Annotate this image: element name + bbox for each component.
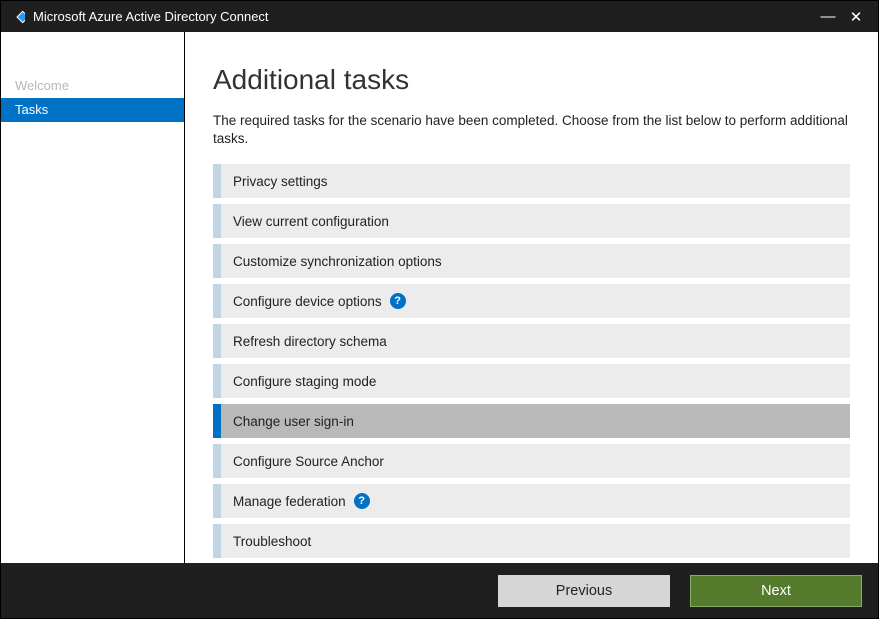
window-title: Microsoft Azure Active Directory Connect — [33, 9, 814, 24]
task-label: Manage federation — [233, 494, 346, 509]
task-accent-bar — [213, 164, 221, 198]
page-description: The required tasks for the scenario have… — [213, 112, 850, 148]
task-accent-bar — [213, 524, 221, 558]
task-accent-bar — [213, 444, 221, 478]
task-list: Privacy settings View current configurat… — [213, 164, 850, 558]
task-change-user-sign-in[interactable]: Change user sign-in — [213, 404, 850, 438]
task-accent-bar — [213, 364, 221, 398]
task-privacy-settings[interactable]: Privacy settings — [213, 164, 850, 198]
task-configure-device-options[interactable]: Configure device options ? — [213, 284, 850, 318]
sidebar-item-tasks[interactable]: Tasks — [1, 98, 184, 122]
help-icon[interactable]: ? — [390, 293, 406, 309]
task-label: Troubleshoot — [233, 534, 311, 549]
task-customize-sync-options[interactable]: Customize synchronization options — [213, 244, 850, 278]
previous-button[interactable]: Previous — [498, 575, 670, 607]
task-label: Refresh directory schema — [233, 334, 387, 349]
task-view-current-configuration[interactable]: View current configuration — [213, 204, 850, 238]
task-label: View current configuration — [233, 214, 389, 229]
next-button[interactable]: Next — [690, 575, 862, 607]
task-label: Privacy settings — [233, 174, 328, 189]
task-refresh-directory-schema[interactable]: Refresh directory schema — [213, 324, 850, 358]
sidebar-item-welcome[interactable]: Welcome — [1, 74, 184, 98]
task-label: Customize synchronization options — [233, 254, 442, 269]
body: Welcome Tasks Additional tasks The requi… — [1, 32, 878, 563]
app-logo-icon — [9, 9, 25, 25]
task-troubleshoot[interactable]: Troubleshoot — [213, 524, 850, 558]
sidebar: Welcome Tasks — [1, 32, 185, 563]
titlebar: Microsoft Azure Active Directory Connect… — [1, 1, 878, 32]
task-label: Change user sign-in — [233, 414, 354, 429]
task-accent-bar — [213, 484, 221, 518]
task-accent-bar — [213, 404, 221, 438]
minimize-button[interactable]: — — [814, 8, 842, 25]
task-label: Configure Source Anchor — [233, 454, 384, 469]
app-window: Microsoft Azure Active Directory Connect… — [0, 0, 879, 619]
task-accent-bar — [213, 244, 221, 278]
task-label: Configure device options — [233, 294, 382, 309]
task-configure-staging-mode[interactable]: Configure staging mode — [213, 364, 850, 398]
close-button[interactable]: ✕ — [842, 8, 870, 26]
task-accent-bar — [213, 324, 221, 358]
help-icon[interactable]: ? — [354, 493, 370, 509]
task-label: Configure staging mode — [233, 374, 376, 389]
main-panel: Additional tasks The required tasks for … — [185, 32, 878, 563]
task-accent-bar — [213, 284, 221, 318]
footer: Previous Next — [1, 563, 878, 618]
task-manage-federation[interactable]: Manage federation ? — [213, 484, 850, 518]
task-configure-source-anchor[interactable]: Configure Source Anchor — [213, 444, 850, 478]
page-title: Additional tasks — [213, 64, 850, 96]
task-accent-bar — [213, 204, 221, 238]
